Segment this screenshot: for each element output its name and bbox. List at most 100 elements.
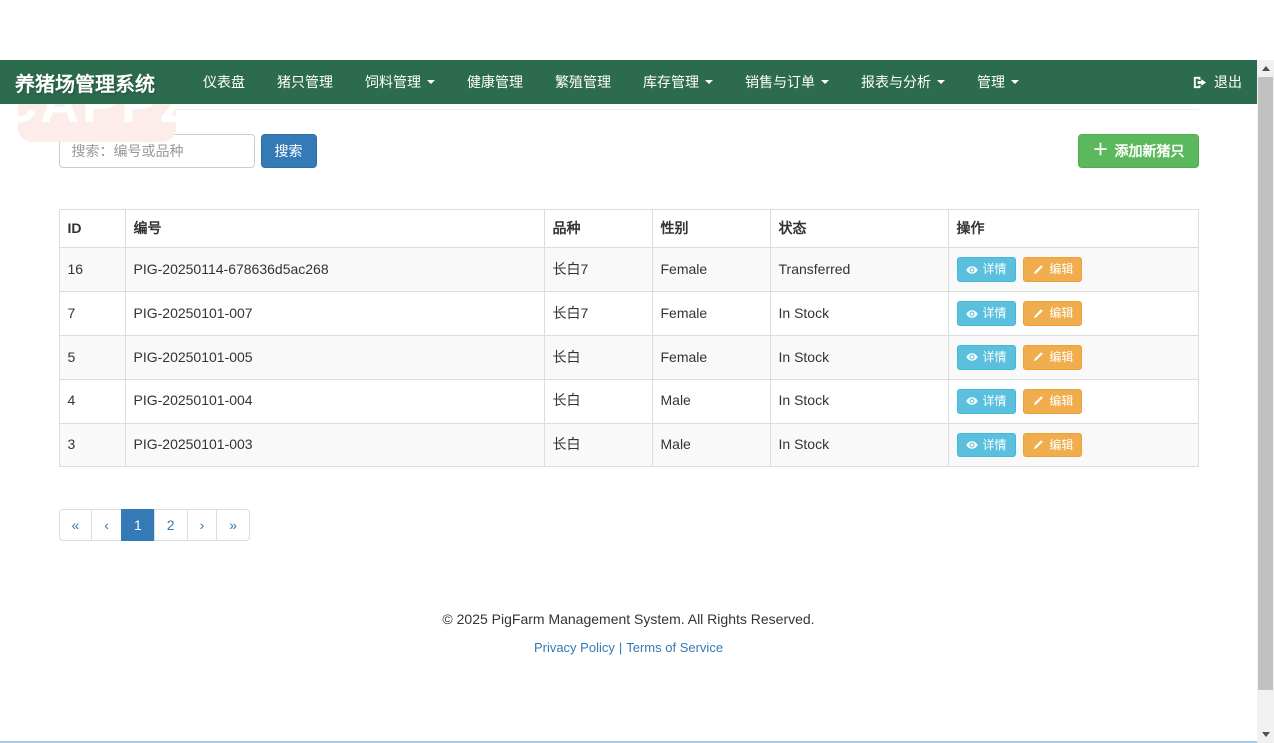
eye-icon xyxy=(966,264,978,276)
eye-icon xyxy=(966,308,978,320)
col-actions: 操作 xyxy=(948,209,1198,248)
nav-item-admin[interactable]: 管理 xyxy=(961,60,1035,104)
cell-breed: 长白 xyxy=(544,423,652,467)
cell-actions: 详情 编辑 xyxy=(948,336,1198,380)
caret-down-icon xyxy=(821,80,829,84)
details-button[interactable]: 详情 xyxy=(957,257,1016,282)
caret-down-icon xyxy=(937,80,945,84)
pencil-icon xyxy=(1032,264,1044,276)
cell-id: 4 xyxy=(59,379,125,423)
pencil-icon xyxy=(1032,395,1044,407)
eye-icon xyxy=(966,395,978,407)
caret-down-icon xyxy=(1011,80,1019,84)
cell-code: PIG-20250114-678636d5ac268 xyxy=(125,248,544,292)
edit-button[interactable]: 编辑 xyxy=(1023,433,1082,458)
cell-actions: 详情 编辑 xyxy=(948,248,1198,292)
plus-icon: ＋ xyxy=(1092,143,1108,159)
cell-status: Transferred xyxy=(770,248,948,292)
cell-gender: Female xyxy=(652,336,770,380)
edit-button[interactable]: 编辑 xyxy=(1023,257,1082,282)
pencil-icon xyxy=(1032,439,1044,451)
cell-actions: 详情 编辑 xyxy=(948,423,1198,467)
cell-code: PIG-20250101-003 xyxy=(125,423,544,467)
pagination-prev[interactable]: ‹ xyxy=(92,509,122,541)
top-navbar: 养猪场管理系统 仪表盘 猪只管理 饲料管理 健康管理 繁殖管理 库存管理 销售与… xyxy=(0,60,1274,104)
scrollbar-thumb[interactable] xyxy=(1258,77,1273,690)
table-row: 5 PIG-20250101-005 长白 Female In Stock 详情… xyxy=(59,336,1198,380)
sign-out-icon xyxy=(1192,75,1207,90)
cell-status: In Stock xyxy=(770,379,948,423)
nav-item-feed-management[interactable]: 饲料管理 xyxy=(349,60,451,104)
edit-button[interactable]: 编辑 xyxy=(1023,301,1082,326)
cell-code: PIG-20250101-005 xyxy=(125,336,544,380)
arrow-down-icon xyxy=(1262,732,1270,737)
table-header-row: ID 编号 品种 性别 状态 操作 xyxy=(59,209,1198,248)
privacy-policy-link[interactable]: Privacy Policy xyxy=(534,640,615,655)
search-button[interactable]: 搜索 xyxy=(261,134,317,168)
col-breed: 品种 xyxy=(544,209,652,248)
cell-id: 7 xyxy=(59,292,125,336)
toolbar: 搜索 ＋ 添加新猪只 xyxy=(59,134,1199,168)
nav-item-health-management[interactable]: 健康管理 xyxy=(451,60,539,104)
vertical-scrollbar[interactable] xyxy=(1257,60,1274,743)
pagination-page-1[interactable]: 1 xyxy=(122,509,155,541)
nav-item-reports-analytics[interactable]: 报表与分析 xyxy=(845,60,961,104)
cell-id: 5 xyxy=(59,336,125,380)
link-separator: | xyxy=(619,640,622,655)
cell-breed: 长白7 xyxy=(544,248,652,292)
terms-of-service-link[interactable]: Terms of Service xyxy=(626,640,723,655)
eye-icon xyxy=(966,439,978,451)
edit-button[interactable]: 编辑 xyxy=(1023,389,1082,414)
brand-title[interactable]: 养猪场管理系统 xyxy=(15,68,155,97)
cell-actions: 详情 编辑 xyxy=(948,379,1198,423)
cell-breed: 长白 xyxy=(544,336,652,380)
scroll-up-button[interactable] xyxy=(1257,60,1274,77)
nav-item-pig-management[interactable]: 猪只管理 xyxy=(261,60,349,104)
scroll-down-button[interactable] xyxy=(1257,726,1274,743)
pagination-next[interactable]: › xyxy=(188,509,218,541)
nav-item-sales-orders[interactable]: 销售与订单 xyxy=(729,60,845,104)
cell-code: PIG-20250101-004 xyxy=(125,379,544,423)
nav-item-breeding-management[interactable]: 繁殖管理 xyxy=(539,60,627,104)
cell-breed: 长白 xyxy=(544,379,652,423)
col-status: 状态 xyxy=(770,209,948,248)
pagination-page-2[interactable]: 2 xyxy=(155,509,188,541)
page-footer: © 2025 PigFarm Management System. All Ri… xyxy=(59,611,1199,655)
details-button[interactable]: 详情 xyxy=(957,345,1016,370)
cell-gender: Male xyxy=(652,379,770,423)
nav-menu: 仪表盘 猪只管理 饲料管理 健康管理 繁殖管理 库存管理 销售与订单 报表与分析… xyxy=(187,60,1035,104)
details-button[interactable]: 详情 xyxy=(957,389,1016,414)
table-row: 16 PIG-20250114-678636d5ac268 长白7 Female… xyxy=(59,248,1198,292)
details-button[interactable]: 详情 xyxy=(957,301,1016,326)
main-content: 猪只列表 搜索 ＋ 添加新猪只 ID 编号 品种 性别 xyxy=(0,60,1257,655)
cell-gender: Female xyxy=(652,248,770,292)
logout-label: 退出 xyxy=(1214,72,1242,92)
caret-down-icon xyxy=(427,80,435,84)
table-row: 4 PIG-20250101-004 长白 Male In Stock 详情 编… xyxy=(59,379,1198,423)
pencil-icon xyxy=(1032,351,1044,363)
pig-table: ID 编号 品种 性别 状态 操作 16 PIG-20250114-678636… xyxy=(59,209,1199,468)
caret-down-icon xyxy=(705,80,713,84)
cell-status: In Stock xyxy=(770,423,948,467)
cell-gender: Female xyxy=(652,292,770,336)
col-code: 编号 xyxy=(125,209,544,248)
nav-item-dashboard[interactable]: 仪表盘 xyxy=(187,60,261,104)
arrow-up-icon xyxy=(1262,66,1270,71)
col-gender: 性别 xyxy=(652,209,770,248)
table-row: 3 PIG-20250101-003 长白 Male In Stock 详情 编… xyxy=(59,423,1198,467)
logout-button[interactable]: 退出 xyxy=(1192,72,1242,92)
cell-id: 16 xyxy=(59,248,125,292)
pencil-icon xyxy=(1032,308,1044,320)
col-id: ID xyxy=(59,209,125,248)
edit-button[interactable]: 编辑 xyxy=(1023,345,1082,370)
cell-code: PIG-20250101-007 xyxy=(125,292,544,336)
nav-item-inventory-management[interactable]: 库存管理 xyxy=(627,60,729,104)
cell-id: 3 xyxy=(59,423,125,467)
details-button[interactable]: 详情 xyxy=(957,433,1016,458)
add-pig-button[interactable]: ＋ 添加新猪只 xyxy=(1078,134,1198,168)
cell-status: In Stock xyxy=(770,292,948,336)
pagination-first[interactable]: « xyxy=(59,509,93,541)
footer-links: Privacy Policy | Terms of Service xyxy=(59,640,1199,655)
pagination-last[interactable]: » xyxy=(217,509,250,541)
pagination: « ‹ 1 2 › » xyxy=(59,509,251,541)
